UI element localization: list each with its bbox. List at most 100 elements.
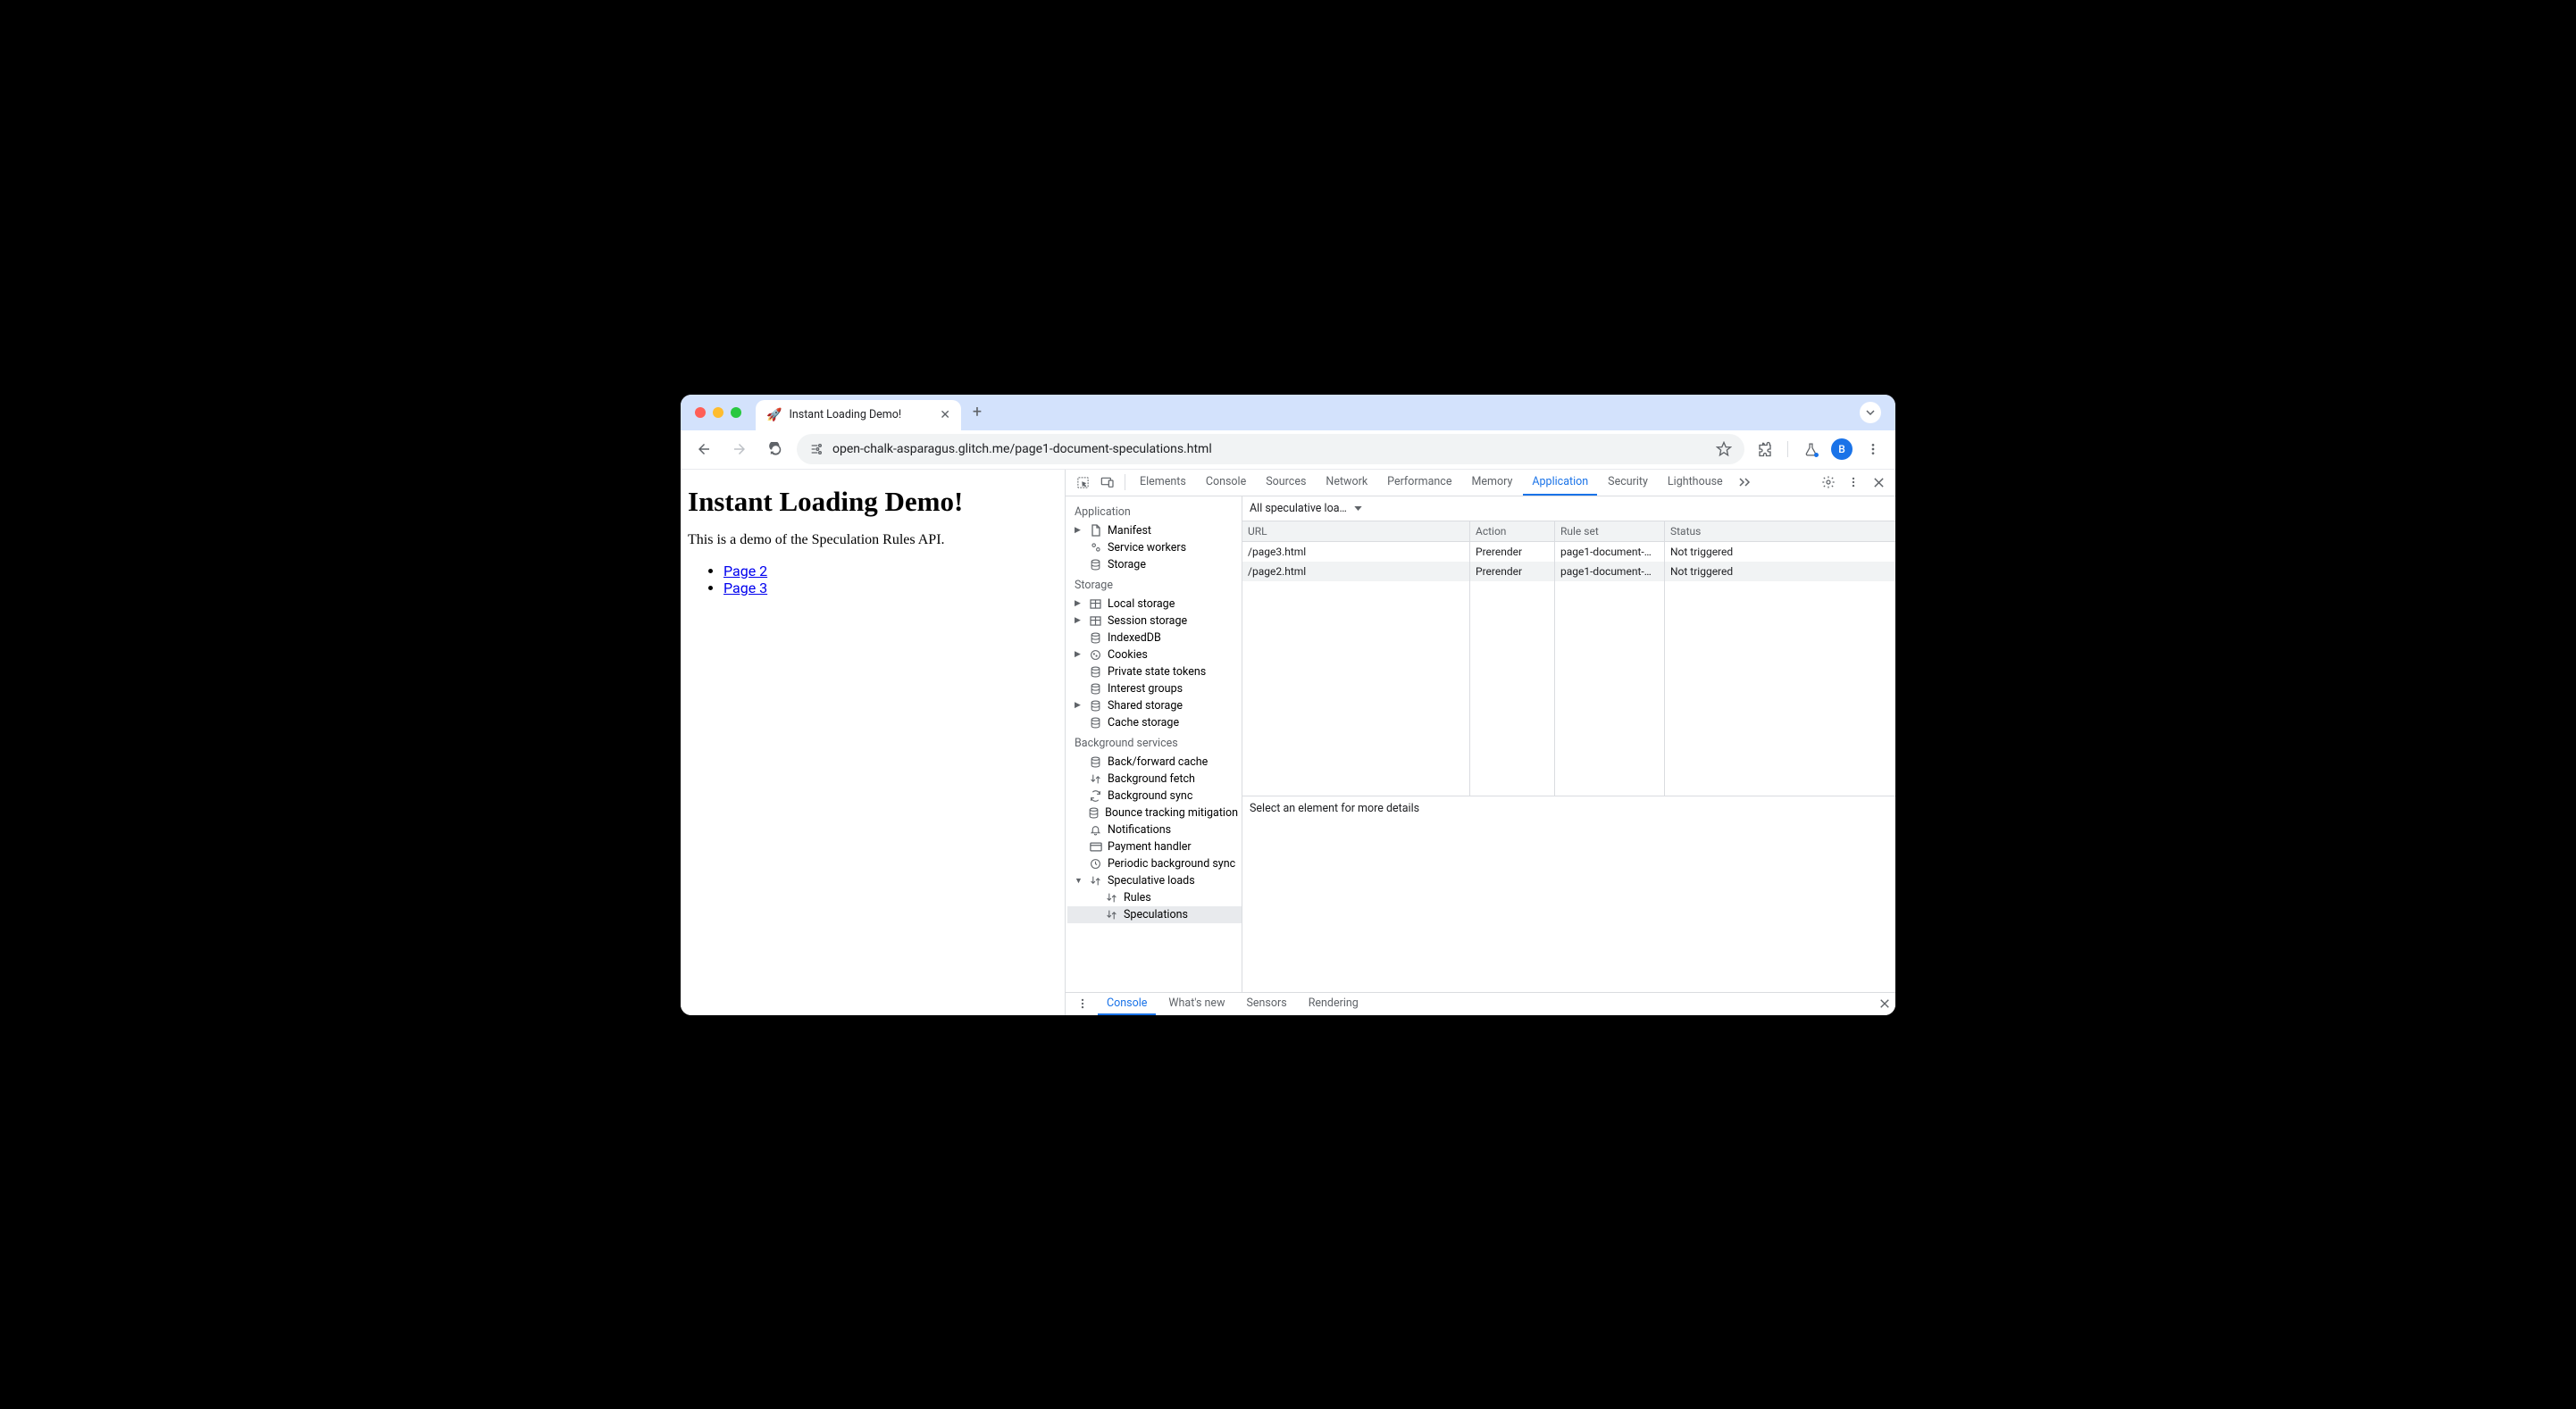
sidebar-item-bg-fetch[interactable]: Background fetch xyxy=(1067,771,1242,788)
application-main: All speculative loa… URL Action Rule set… xyxy=(1242,496,1895,992)
database-icon xyxy=(1088,807,1100,819)
devtools-tab-sources[interactable]: Sources xyxy=(1257,470,1315,496)
detail-hint: Select an element for more details xyxy=(1242,796,1895,821)
gears-icon xyxy=(1089,541,1102,554)
application-sidebar: Application ▶Manifest Service workers St… xyxy=(1066,496,1242,992)
close-drawer-icon[interactable] xyxy=(1879,998,1890,1009)
bookmark-icon[interactable] xyxy=(1716,441,1732,457)
cookie-icon xyxy=(1089,649,1102,661)
page-paragraph: This is a demo of the Speculation Rules … xyxy=(688,532,1058,548)
close-tab-button[interactable]: ✕ xyxy=(940,408,950,422)
reload-button[interactable] xyxy=(761,435,790,463)
devtools-tab-elements[interactable]: Elements xyxy=(1131,470,1195,496)
tab-search-button[interactable] xyxy=(1860,402,1881,423)
clock-icon xyxy=(1089,858,1102,870)
devtools-tab-lighthouse[interactable]: Lighthouse xyxy=(1659,470,1732,496)
minimize-window-button[interactable] xyxy=(713,407,723,418)
rendered-page: Instant Loading Demo! This is a demo of … xyxy=(681,470,1065,1015)
sidebar-item-indexeddb[interactable]: IndexedDB xyxy=(1067,629,1242,646)
sidebar-item-bf-cache[interactable]: Back/forward cache xyxy=(1067,754,1242,771)
browser-toolbar: open-chalk-asparagus.glitch.me/page1-doc… xyxy=(681,430,1895,470)
device-toggle-icon[interactable] xyxy=(1096,471,1119,494)
drawer-tab-sensors[interactable]: Sensors xyxy=(1237,992,1295,1015)
page-link[interactable]: Page 2 xyxy=(723,563,767,579)
sync-icon xyxy=(1089,790,1102,802)
grid-icon xyxy=(1089,616,1102,626)
settings-icon[interactable] xyxy=(1817,471,1840,494)
tab-strip: 🚀 Instant Loading Demo! ✕ + xyxy=(681,395,1895,430)
browser-window: 🚀 Instant Loading Demo! ✕ + open-chalk-a… xyxy=(681,395,1895,1015)
database-icon xyxy=(1089,700,1102,712)
sidebar-item-speculative-loads[interactable]: ▼Speculative loads xyxy=(1067,872,1242,889)
devtools-tab-memory[interactable]: Memory xyxy=(1462,470,1521,496)
close-devtools-icon[interactable] xyxy=(1867,471,1890,494)
devtools-tab-security[interactable]: Security xyxy=(1599,470,1657,496)
drawer-menu-icon[interactable] xyxy=(1071,992,1094,1015)
drawer-tab-console[interactable]: Console xyxy=(1098,992,1156,1015)
table-header: URL Action Rule set Status xyxy=(1242,521,1895,542)
col-action[interactable]: Action xyxy=(1470,521,1555,541)
database-icon xyxy=(1089,683,1102,695)
devtools-tab-network[interactable]: Network xyxy=(1317,470,1376,496)
page-link[interactable]: Page 3 xyxy=(723,579,767,596)
sidebar-item-rules[interactable]: Rules xyxy=(1067,889,1242,906)
sidebar-item-bg-sync[interactable]: Background sync xyxy=(1067,788,1242,805)
page-heading: Instant Loading Demo! xyxy=(688,486,1058,518)
col-status[interactable]: Status xyxy=(1665,521,1895,541)
page-link-list: Page 2 Page 3 xyxy=(688,563,1058,596)
address-bar[interactable]: open-chalk-asparagus.glitch.me/page1-doc… xyxy=(797,434,1744,464)
bell-icon xyxy=(1089,824,1102,836)
sidebar-item-storage[interactable]: Storage xyxy=(1067,556,1242,573)
devtools-menu-icon[interactable] xyxy=(1842,471,1865,494)
more-tabs-icon[interactable] xyxy=(1734,471,1757,494)
devtools-tab-performance[interactable]: Performance xyxy=(1378,470,1460,496)
forward-button[interactable] xyxy=(725,435,754,463)
menu-button[interactable] xyxy=(1860,436,1886,463)
sidebar-item-periodic-sync[interactable]: Periodic background sync xyxy=(1067,855,1242,872)
database-icon xyxy=(1089,717,1102,729)
favicon-icon: 🚀 xyxy=(766,408,782,422)
database-icon xyxy=(1089,632,1102,644)
labs-icon[interactable] xyxy=(1797,436,1824,463)
sidebar-item-interest-groups[interactable]: Interest groups xyxy=(1067,680,1242,697)
sidebar-section-title: Background services xyxy=(1067,731,1242,754)
sidebar-item-session-storage[interactable]: ▶Session storage xyxy=(1067,613,1242,629)
browser-tab[interactable]: 🚀 Instant Loading Demo! ✕ xyxy=(756,400,961,430)
toolbar-divider xyxy=(1787,441,1788,457)
sidebar-item-cache-storage[interactable]: Cache storage xyxy=(1067,714,1242,731)
table-row[interactable]: /page2.html Prerender page1-document-… N… xyxy=(1242,562,1895,581)
sidebar-item-manifest[interactable]: ▶Manifest xyxy=(1067,522,1242,539)
new-tab-button[interactable]: + xyxy=(965,400,990,425)
sidebar-item-shared-storage[interactable]: ▶Shared storage xyxy=(1067,697,1242,714)
inspect-icon[interactable] xyxy=(1071,471,1094,494)
sidebar-item-speculations[interactable]: Speculations xyxy=(1067,906,1242,923)
col-rule[interactable]: Rule set xyxy=(1555,521,1665,541)
maximize-window-button[interactable] xyxy=(731,407,741,418)
file-icon xyxy=(1089,524,1102,537)
site-settings-icon[interactable] xyxy=(809,442,824,456)
sidebar-item-private-state-tokens[interactable]: Private state tokens xyxy=(1067,663,1242,680)
sidebar-item-service-workers[interactable]: Service workers xyxy=(1067,539,1242,556)
sidebar-section-title: Storage xyxy=(1067,573,1242,596)
sidebar-item-bounce-tracking[interactable]: Bounce tracking mitigation xyxy=(1067,805,1242,821)
sidebar-item-notifications[interactable]: Notifications xyxy=(1067,821,1242,838)
filter-dropdown[interactable]: All speculative loa… xyxy=(1250,502,1362,515)
devtools-panel: Elements Console Sources Network Perform… xyxy=(1065,470,1895,1015)
extensions-icon[interactable] xyxy=(1752,436,1778,463)
updown-icon xyxy=(1105,892,1118,904)
devtools-tab-console[interactable]: Console xyxy=(1197,470,1255,496)
close-window-button[interactable] xyxy=(695,407,706,418)
back-button[interactable] xyxy=(690,435,718,463)
sidebar-section-title: Application xyxy=(1067,500,1242,522)
drawer-tab-rendering[interactable]: Rendering xyxy=(1300,992,1367,1015)
profile-avatar[interactable]: B xyxy=(1831,438,1853,460)
table-row[interactable]: /page3.html Prerender page1-document-… N… xyxy=(1242,542,1895,562)
sidebar-item-payment-handler[interactable]: Payment handler xyxy=(1067,838,1242,855)
col-url[interactable]: URL xyxy=(1242,521,1470,541)
sidebar-item-cookies[interactable]: ▶Cookies xyxy=(1067,646,1242,663)
sidebar-item-local-storage[interactable]: ▶Local storage xyxy=(1067,596,1242,613)
speculations-table: URL Action Rule set Status /page3.html xyxy=(1242,521,1895,796)
devtools-tab-application[interactable]: Application xyxy=(1523,470,1597,496)
drawer-tab-whatsnew[interactable]: What's new xyxy=(1159,992,1234,1015)
database-icon xyxy=(1089,666,1102,678)
